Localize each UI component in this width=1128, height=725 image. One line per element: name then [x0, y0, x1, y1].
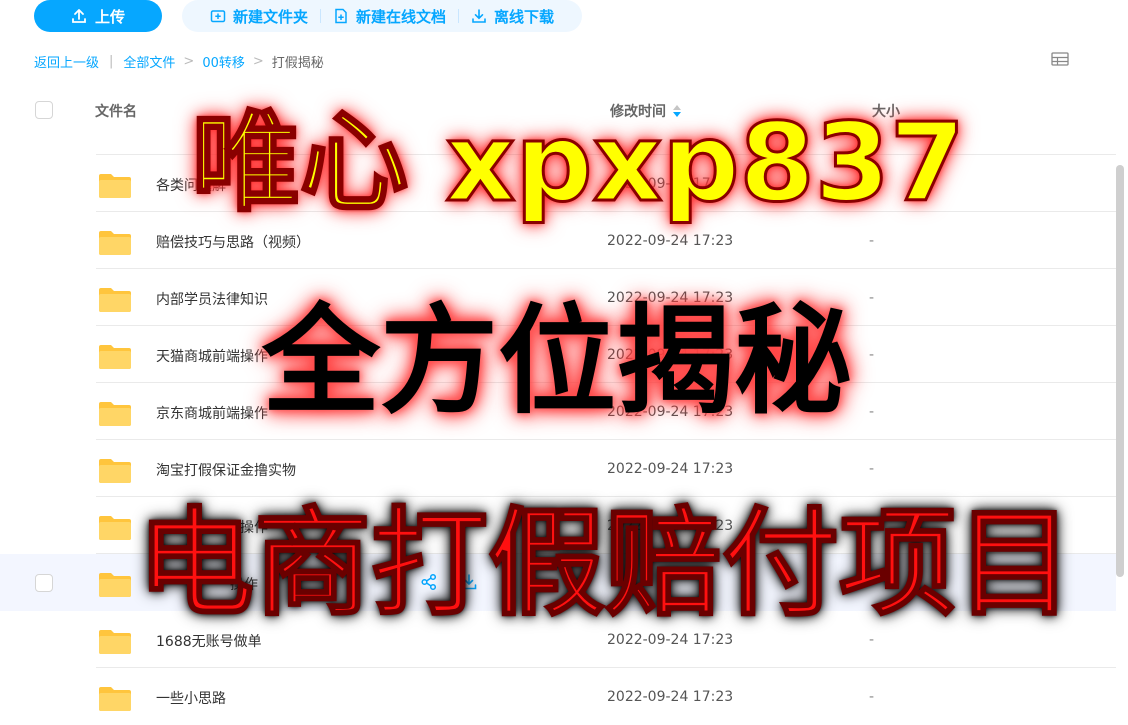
table-row[interactable]: 淘宝打假保证金撸实物 2022-09-24 17:23 - [0, 440, 1116, 497]
file-size: - [869, 404, 875, 420]
overlay-title-line1: 唯心 xpxp837 [191, 101, 967, 226]
folder-icon [99, 630, 131, 654]
breadcrumb-transfer[interactable]: 00转移 [202, 52, 245, 71]
offline-download-label: 离线下载 [494, 7, 555, 26]
new-folder-label: 新建文件夹 [233, 7, 309, 26]
toolbar: 上传 新建文件夹 新建在线文档 离线下载 [34, 0, 583, 32]
file-modified: 2022-09-24 17:23 [607, 689, 734, 705]
new-online-doc-label: 新建在线文档 [356, 7, 447, 26]
folder-icon [99, 573, 131, 597]
upload-label: 上传 [94, 7, 125, 26]
column-name[interactable]: 文件名 [95, 101, 137, 121]
file-name[interactable]: 天猫商城前端操作 [156, 346, 268, 366]
file-size: - [869, 689, 875, 705]
file-size: - [869, 632, 875, 648]
file-modified: 2022-09-24 17:23 [607, 461, 734, 477]
select-all-checkbox[interactable] [35, 101, 53, 119]
offline-download-button[interactable]: 离线下载 [459, 6, 566, 27]
chevron-right-icon: > [183, 53, 195, 69]
file-size: - [869, 347, 875, 363]
overlay-title-line2: 全方位揭秘 [262, 292, 853, 430]
new-folder-button[interactable]: 新建文件夹 [198, 6, 320, 27]
chevron-right-icon: > [252, 53, 264, 69]
breadcrumb-current: 打假揭秘 [271, 55, 324, 71]
upload-icon [72, 9, 86, 23]
file-size: - [869, 290, 875, 306]
file-modified: 2022-09-24 17:23 [607, 233, 734, 249]
table-row[interactable]: 一些小思路 2022-09-24 17:23 - [0, 668, 1116, 725]
overlay-title-line3: 电商打假赔付项目 [136, 495, 1074, 632]
file-modified: 2022-09-24 17:23 [607, 632, 734, 648]
action-group: 新建文件夹 新建在线文档 离线下载 [182, 0, 583, 32]
file-name[interactable]: 一些小思路 [156, 688, 226, 708]
breadcrumb-all-files[interactable]: 全部文件 [123, 52, 175, 71]
folder-icon [99, 402, 131, 426]
folder-icon [99, 345, 131, 369]
scrollbar[interactable] [1116, 165, 1124, 577]
file-size: - [869, 461, 875, 477]
row-checkbox[interactable] [35, 574, 53, 592]
folder-icon [99, 288, 131, 312]
file-size: - [869, 233, 875, 249]
breadcrumb: 返回上一级 | 全部文件 > 00转移 > 打假揭秘 [34, 52, 324, 71]
folder-icon [99, 459, 131, 483]
download-icon [472, 9, 486, 23]
file-name[interactable]: 1688无账号做单 [156, 631, 262, 651]
folder-icon [99, 174, 131, 198]
new-online-doc-button[interactable]: 新建在线文档 [321, 6, 458, 27]
file-name[interactable]: 淘宝打假保证金撸实物 [156, 460, 296, 480]
doc-plus-icon [335, 8, 347, 24]
folder-plus-icon [210, 10, 226, 23]
folder-icon [99, 516, 131, 540]
upload-button[interactable]: 上传 [34, 0, 162, 32]
file-name[interactable]: 内部学员法律知识 [156, 289, 268, 309]
file-name[interactable]: 京东商城前端操作 [156, 403, 268, 423]
folder-icon [99, 687, 131, 711]
file-name[interactable]: 赔偿技巧与思路（视频） [156, 232, 310, 252]
back-link[interactable]: 返回上一级 [34, 52, 99, 71]
breadcrumb-separator: | [109, 53, 114, 69]
view-toggle-icon[interactable] [1051, 52, 1069, 66]
folder-icon [99, 231, 131, 255]
